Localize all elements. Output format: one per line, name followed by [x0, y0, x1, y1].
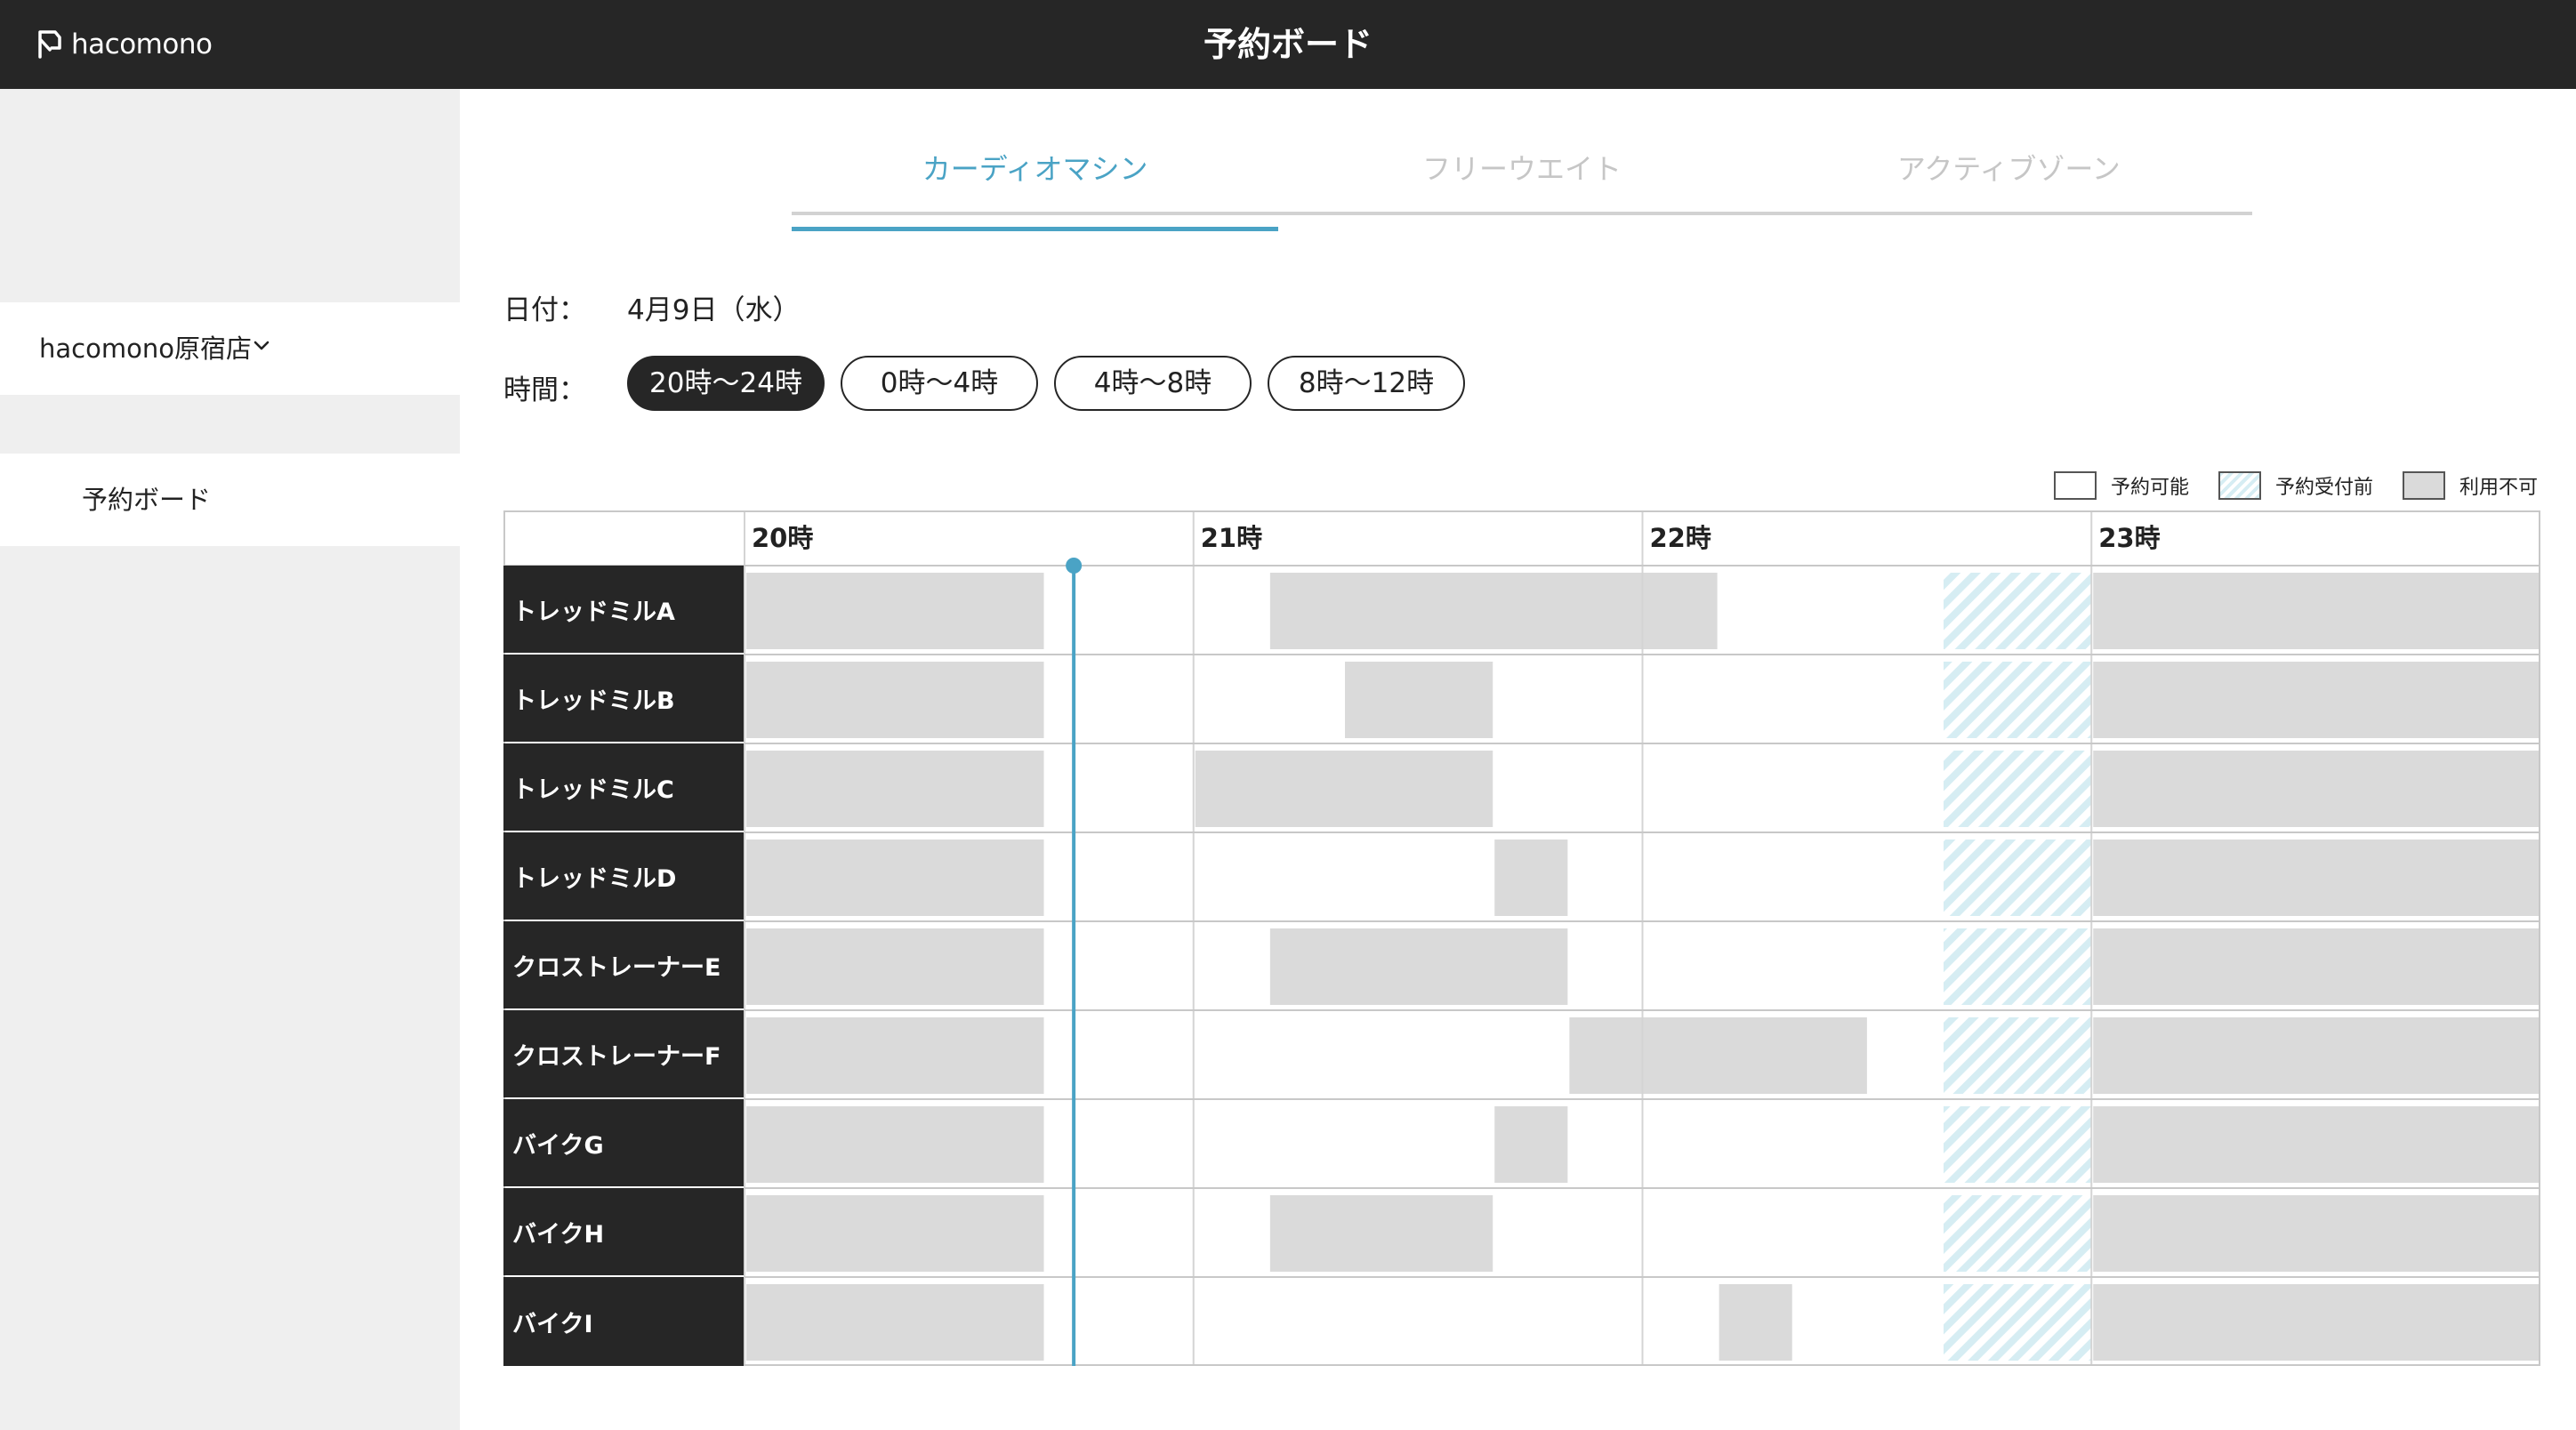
unavailable-block: [746, 751, 1044, 827]
machine-label: クロストレーナーF: [503, 1010, 744, 1097]
unavailable-block: [2093, 928, 2540, 1005]
hour-label: 22時: [1649, 523, 1711, 553]
legend-swatch-before-open: [2218, 471, 2261, 500]
tab-active-zone[interactable]: アクティブゾーン: [1766, 142, 2252, 212]
unavailable-block: [1269, 573, 1718, 649]
board-grid: [503, 510, 2540, 1366]
chevron-down-icon: [254, 341, 270, 350]
machine-label: バイクG: [503, 1099, 744, 1186]
current-time-marker: [1066, 558, 1083, 574]
time-range-button-4-8[interactable]: 4時〜8時: [1054, 356, 1252, 411]
unavailable-block: [1569, 1017, 1867, 1094]
unavailable-block: [2093, 1284, 2540, 1361]
unavailable-block: [2093, 1195, 2540, 1272]
before-open-block: [1944, 751, 2092, 827]
machine-label: トレッドミルA: [503, 566, 744, 653]
machine-label: トレッドミルD: [503, 832, 744, 920]
store-selector[interactable]: hacomono原宿店: [0, 302, 460, 395]
before-open-block: [1944, 840, 2092, 916]
time-range-button-20-24[interactable]: 20時〜24時: [627, 356, 825, 411]
machine-label: バイクH: [503, 1188, 744, 1275]
unavailable-block: [1719, 1284, 1792, 1361]
machine-label: トレッドミルB: [503, 655, 744, 742]
time-range-button-8-12[interactable]: 8時〜12時: [1268, 356, 1465, 411]
legend-swatch-unavailable: [2403, 471, 2445, 500]
unavailable-block: [2093, 662, 2540, 738]
legend-before-open: 予約受付前: [2218, 470, 2373, 502]
unavailable-block: [746, 1284, 1044, 1361]
unavailable-block: [2093, 1017, 2540, 1094]
legend-label: 予約可能: [2111, 477, 2190, 499]
unavailable-block: [2093, 1106, 2540, 1183]
machine-label: バイクI: [503, 1277, 744, 1366]
unavailable-block: [746, 840, 1044, 916]
hour-label: 20時: [752, 523, 814, 553]
unavailable-block: [746, 1017, 1044, 1094]
sidebar-item-reservation-board[interactable]: 予約ボード: [0, 454, 460, 546]
time-label: 時間：: [503, 374, 586, 406]
sidebar-item-label: 予約ボード: [82, 485, 212, 515]
unavailable-block: [2093, 751, 2540, 827]
before-open-block: [1944, 1106, 2092, 1183]
hour-label: 23時: [2098, 523, 2161, 553]
before-open-block: [1944, 1284, 2092, 1361]
page-title: 予約ボード: [1203, 25, 1373, 64]
unavailable-block: [746, 1195, 1044, 1272]
tab-cardio-machine[interactable]: カーディオマシン: [792, 142, 1279, 231]
store-name: hacomono原宿店: [39, 333, 252, 364]
unavailable-block: [2093, 840, 2540, 916]
unavailable-block: [1269, 928, 1568, 1005]
unavailable-block: [2093, 573, 2540, 649]
sidebar: hacomono原宿店 予約ボード: [0, 89, 460, 1430]
date-value: 4月9日（水）: [627, 294, 801, 326]
time-range-button-0-4[interactable]: 0時〜4時: [841, 356, 1038, 411]
unavailable-block: [746, 1106, 1044, 1183]
date-label: 日付：: [503, 294, 586, 326]
legend-label: 利用不可: [2459, 477, 2539, 499]
hour-label: 21時: [1200, 523, 1263, 553]
unavailable-block: [746, 573, 1044, 649]
machine-label: クロストレーナーE: [503, 921, 744, 1008]
before-open-block: [1944, 662, 2092, 738]
legend-available: 予約可能: [2054, 470, 2189, 502]
before-open-block: [1944, 1017, 2092, 1094]
reservation-board: 20時 21時 22時 23時 トレッドミルA トレッドミルB トレッドミルC …: [503, 510, 2540, 1366]
unavailable-block: [1345, 662, 1493, 738]
before-open-block: [1944, 1195, 2092, 1272]
legend-unavailable: 利用不可: [2403, 470, 2538, 502]
tab-free-weight[interactable]: フリーウエイト: [1278, 142, 1765, 212]
legend-swatch-available: [2054, 471, 2097, 500]
unavailable-block: [1269, 1195, 1493, 1272]
category-tabs: カーディオマシン フリーウエイト アクティブゾーン: [792, 142, 2252, 231]
before-open-block: [1944, 573, 2092, 649]
legend-label: 予約受付前: [2275, 477, 2374, 499]
before-open-block: [1944, 928, 2092, 1005]
top-bar: hacomono 予約ボード: [0, 0, 2576, 89]
unavailable-block: [1494, 840, 1568, 916]
machine-label: トレッドミルC: [503, 743, 744, 831]
unavailable-block: [746, 662, 1044, 738]
unavailable-block: [1494, 1106, 1568, 1183]
unavailable-block: [746, 928, 1044, 1005]
unavailable-block: [1195, 751, 1493, 827]
